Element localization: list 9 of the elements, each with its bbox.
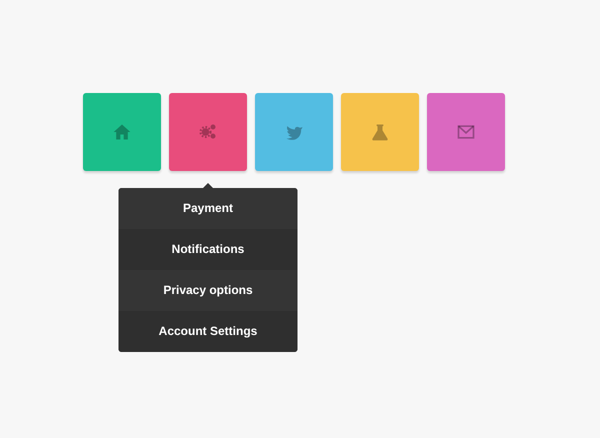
home-icon (112, 122, 132, 142)
menu-item[interactable]: Payment (118, 188, 298, 229)
menu-tile[interactable] (255, 93, 333, 171)
menu-tile[interactable] (83, 93, 161, 171)
menu-tile[interactable] (169, 93, 247, 171)
menu-item[interactable]: Privacy options (118, 270, 298, 311)
menu-tile[interactable] (427, 93, 505, 171)
menu-tile[interactable] (341, 93, 419, 171)
flask-icon (370, 122, 390, 142)
